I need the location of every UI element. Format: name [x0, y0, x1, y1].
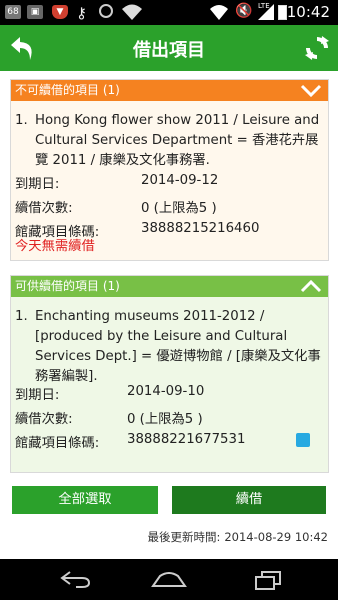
wifi-signal-icon — [210, 5, 228, 20]
item-index: 1. — [15, 309, 28, 324]
system-nav-bar — [0, 559, 338, 600]
due-date-label: 到期日: — [15, 388, 60, 403]
non-renewable-section: 不可續借的項目 (1) 1. Hong Kong flower show 201… — [10, 79, 329, 261]
non-renewable-heading: 不可續借的項目 (1) — [15, 83, 120, 97]
due-date-row: 到期日: 2014-09-10 — [15, 384, 204, 403]
item-select-checkbox[interactable] — [296, 433, 310, 447]
content-area: 不可續借的項目 (1) 1. Hong Kong flower show 201… — [0, 71, 338, 559]
status-bar: 68 ▣ ▼ ⚷ 🔇 LTE 10:42 — [0, 0, 338, 25]
image-notification-icon: ▣ — [27, 5, 43, 19]
item-title-text: Hong Kong flower show 2011 / Leisure and… — [35, 113, 320, 168]
nav-home-icon[interactable] — [150, 568, 188, 590]
clock: 10:42 — [286, 3, 330, 21]
wifi-notification-icon — [122, 4, 142, 20]
renewable-header[interactable]: 可供續借的項目 (1) — [11, 276, 328, 297]
due-date-value: 2014-09-10 — [127, 384, 205, 399]
non-renewable-header[interactable]: 不可續借的項目 (1) — [11, 80, 328, 101]
renewable-heading: 可供續借的項目 (1) — [15, 279, 120, 293]
barcode-label: 館藏項目條碼: — [15, 436, 100, 451]
app-header: 借出項目 — [0, 25, 338, 71]
loan-item-title: 1. Hong Kong flower show 2011 / Leisure … — [15, 111, 327, 171]
barcode-row: 館藏項目條碼: 38888221677531 — [15, 432, 245, 451]
item-index: 1. — [15, 113, 28, 128]
renew-count-row: 續借次數: 0 (上限為5 ) — [15, 408, 203, 427]
battery-icon — [278, 5, 287, 20]
nav-back-icon[interactable] — [58, 569, 92, 589]
renew-count-label: 續借次數: — [15, 412, 73, 427]
renew-count-value: 0 (上限為5 ) — [141, 201, 217, 216]
renew-count-label: 續借次數: — [15, 201, 73, 216]
last-updated-label: 最後更新時間: — [147, 530, 221, 544]
loan-item-title: 1. Enchanting museums 2011-2012 / [produ… — [15, 307, 327, 387]
page-title: 借出項目 — [133, 40, 205, 61]
renew-count-value: 0 (上限為5 ) — [127, 412, 203, 427]
nav-recent-apps-icon[interactable] — [254, 570, 282, 590]
network-type-label: LTE — [258, 2, 270, 10]
item-title-text: Enchanting museums 2011-2012 / [produced… — [35, 309, 321, 384]
last-updated: 最後更新時間: 2014-08-29 10:42 — [147, 529, 328, 545]
due-date-row: 到期日: 2014-09-12 — [15, 173, 218, 192]
renew-count-row: 續借次數: 0 (上限為5 ) — [15, 197, 217, 216]
renew-button[interactable]: 續借 — [172, 486, 326, 514]
renewable-section: 可供續借的項目 (1) 1. Enchanting museums 2011-2… — [10, 275, 329, 473]
pointer-notification-icon — [99, 4, 113, 18]
notification-count-badge: 68 — [5, 5, 21, 19]
shield-notification-icon: ▼ — [52, 5, 68, 19]
key-icon: ⚷ — [76, 4, 87, 22]
chevron-up-icon[interactable] — [300, 279, 322, 294]
last-updated-value: 2014-08-29 10:42 — [224, 530, 328, 544]
select-all-button[interactable]: 全部選取 — [12, 486, 158, 514]
barcode-value: 38888221677531 — [127, 432, 246, 447]
chevron-down-icon[interactable] — [300, 83, 322, 98]
refresh-icon[interactable] — [302, 33, 332, 63]
due-date-value: 2014-09-12 — [141, 173, 219, 188]
barcode-value: 38888215216460 — [141, 221, 260, 236]
no-renewal-needed-note: 今天無需續借 — [15, 239, 95, 254]
mute-icon: 🔇 — [235, 3, 253, 19]
due-date-label: 到期日: — [15, 177, 60, 192]
